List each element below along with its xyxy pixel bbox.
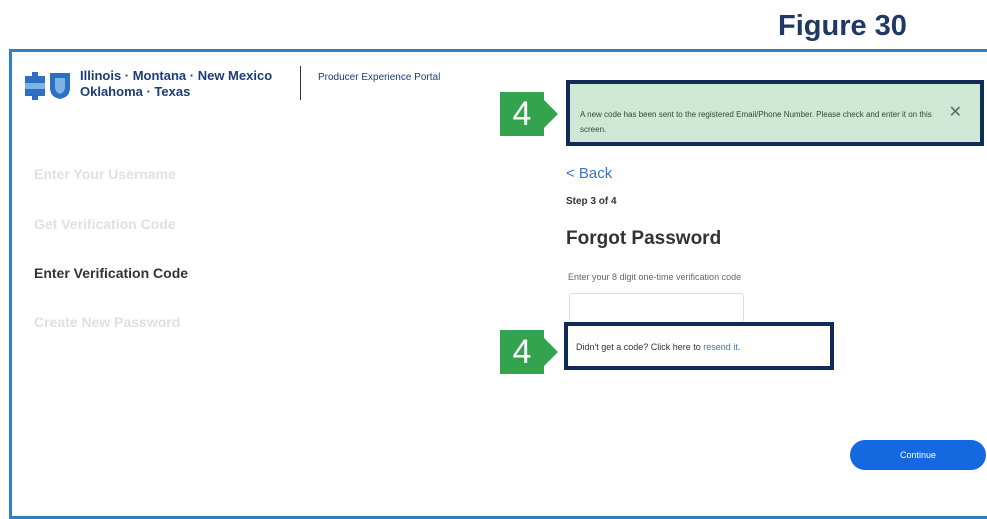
callout-badge-alert: 4: [500, 92, 544, 136]
callout-arrow-alert: [544, 100, 558, 128]
back-link[interactable]: < Back: [566, 165, 612, 182]
code-field-label: Enter your 8 digit one-time verification…: [568, 272, 742, 282]
portal-name: Producer Experience Portal: [318, 72, 441, 83]
close-icon[interactable]: ✕: [949, 102, 962, 122]
step-enter-username: Enter Your Username: [34, 166, 176, 182]
step-indicator: Step 3 of 4: [566, 196, 617, 207]
resend-callout-box: Didn't get a code? Click here to resend …: [564, 322, 834, 370]
callout-badge-resend: 4: [500, 330, 544, 374]
alert-message: A new code has been sent to the register…: [580, 110, 932, 134]
figure-label: Figure 30: [778, 10, 907, 42]
step-create-new-password: Create New Password: [34, 314, 181, 330]
verification-code-input[interactable]: [569, 293, 744, 323]
brand-states-line2: Oklahoma · Texas: [80, 84, 191, 99]
bcbs-logo-icon: [25, 72, 70, 100]
continue-button[interactable]: Continue: [850, 440, 986, 470]
resend-link[interactable]: resend it.: [703, 342, 740, 352]
header-divider: [300, 66, 301, 100]
callout-arrow-resend: [544, 338, 558, 366]
step-get-verification-code: Get Verification Code: [34, 216, 176, 232]
page-title: Forgot Password: [566, 228, 722, 249]
step-enter-verification-code: Enter Verification Code: [34, 265, 189, 281]
code-sent-alert: A new code has been sent to the register…: [566, 80, 984, 146]
resend-prefix-text: Didn't get a code? Click here to: [576, 342, 704, 352]
resend-message: Didn't get a code? Click here to resend …: [576, 342, 740, 352]
brand-states-line1: Illinois · Montana · New Mexico: [80, 68, 273, 83]
